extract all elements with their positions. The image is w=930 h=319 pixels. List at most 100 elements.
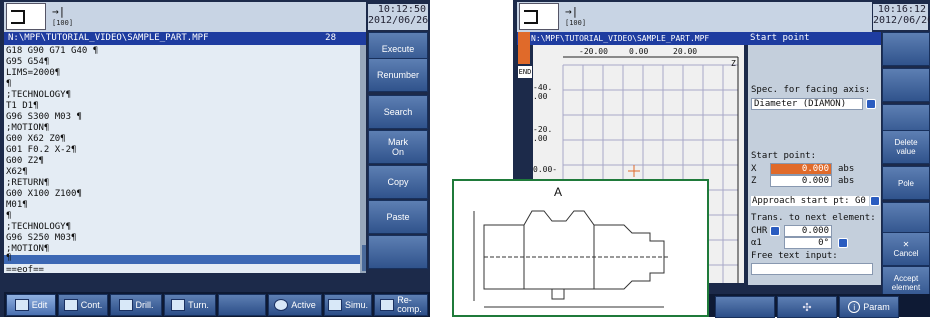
cursor-line xyxy=(4,255,360,264)
pan-icon: ✣ xyxy=(802,301,812,314)
renumber-button[interactable]: Renumber xyxy=(368,58,428,92)
status-header: →| [100] xyxy=(517,2,872,32)
end-label: END xyxy=(518,66,532,78)
z-axis-label: Z xyxy=(731,59,736,68)
mode-indicator xyxy=(519,3,559,30)
program-editor[interactable]: G18 G90 G71 G40 ¶ G95 G54¶ LIMS=2000¶ ¶ … xyxy=(4,45,366,276)
delete-value-button[interactable]: Delete value xyxy=(882,130,930,164)
softkey-empty[interactable] xyxy=(368,235,428,269)
editor-line[interactable]: ==eof== xyxy=(6,264,44,276)
left-hmi-screen: →| [100] 10:12:50 2012/06/26 N:\MPF\TUTO… xyxy=(0,0,430,317)
clock: 10:16:12 2012/06/26 xyxy=(873,4,930,30)
feed-arrow-icon: →| xyxy=(565,5,579,18)
contour-start-icon xyxy=(518,32,530,64)
softkey-empty[interactable] xyxy=(715,296,775,318)
line-count: 28 xyxy=(325,33,336,43)
status-header: →| [100] xyxy=(4,2,366,32)
mark-on-button[interactable]: Mark On xyxy=(368,130,428,164)
transition-label: Trans. to next element: xyxy=(751,213,876,223)
pan-button[interactable]: ✣ xyxy=(777,296,837,318)
drill-icon xyxy=(118,299,133,311)
paste-button[interactable]: Paste xyxy=(368,200,428,234)
drilling-button[interactable]: Drill. xyxy=(110,294,162,316)
x-tick-label: 0.00 xyxy=(629,47,649,56)
dropdown-toggle-icon[interactable] xyxy=(770,226,780,236)
program-path: N:\MPF\TUTORIAL_VIDEO\SAMPLE_PART.MPF xyxy=(8,33,209,43)
program-path: N:\MPF\TUTORIAL_VIDEO\SAMPLE_PART.MPF xyxy=(531,34,710,43)
z-unit: abs xyxy=(838,176,855,186)
y-tick-label: 0.00- xyxy=(533,165,558,174)
editor-line[interactable]: ;MOTION¶ xyxy=(6,243,49,255)
param-label: Param xyxy=(863,302,890,312)
softkey-empty[interactable] xyxy=(882,32,930,66)
channel-icon xyxy=(524,10,538,24)
spec-facing-field[interactable]: Diameter (DIAMON) xyxy=(751,98,863,110)
simulation-icon xyxy=(327,299,342,311)
approach-label: Approach start pt: G0 xyxy=(751,196,869,206)
softkey-empty[interactable] xyxy=(882,202,930,236)
simulation-label: Simu. xyxy=(344,300,368,310)
dropdown-toggle-icon[interactable] xyxy=(838,238,848,248)
clock-date: 2012/06/26 xyxy=(873,15,930,26)
spec-facing-label: Spec. for facing axis: xyxy=(751,85,871,95)
program-path-bar: N:\MPF\TUTORIAL_VIDEO\SAMPLE_PART.MPF xyxy=(517,32,748,45)
y-tick-label: -20. .00 xyxy=(533,125,553,143)
recompile-label: Re- comp. xyxy=(397,295,422,314)
x-label: X xyxy=(751,164,757,174)
search-button[interactable]: Search xyxy=(368,95,428,129)
editor-line[interactable]: ¶ xyxy=(6,252,11,264)
clock-date: 2012/06/26 xyxy=(368,15,429,26)
clock-time: 10:12:50 xyxy=(377,4,426,15)
contour-icon xyxy=(63,299,78,311)
alpha-value-field[interactable]: 0° xyxy=(784,237,832,249)
turning-label: Turn. xyxy=(188,300,209,310)
clock-time: 10:16:12 xyxy=(877,4,926,15)
turning-button[interactable]: Turn. xyxy=(164,294,216,316)
editor-scrollbar[interactable] xyxy=(362,245,366,271)
recompile-icon xyxy=(380,299,395,311)
x-unit: abs xyxy=(838,164,855,174)
editor-line[interactable]: LIMS=2000¶ xyxy=(6,67,60,79)
dropdown-toggle-icon[interactable] xyxy=(866,99,876,109)
z-value-field[interactable]: 0.000 xyxy=(770,175,832,187)
vertical-softkeys: Execute Renumber Search Mark On Copy Pas… xyxy=(368,32,428,290)
x-value-field[interactable]: 0.000 xyxy=(770,163,832,175)
info-icon: i xyxy=(848,301,861,313)
softkey-empty[interactable] xyxy=(882,68,930,102)
cancel-button[interactable]: ✕ Cancel xyxy=(882,232,930,266)
simulation-button[interactable]: Simu. xyxy=(324,294,372,316)
contour-button[interactable]: Cont. xyxy=(58,294,108,316)
program-path-bar: N:\MPF\TUTORIAL_VIDEO\SAMPLE_PART.MPF 28 xyxy=(4,32,366,45)
part-drawing: A xyxy=(452,179,709,317)
edit-label: Edit xyxy=(31,300,48,310)
edit-icon xyxy=(14,299,29,311)
x-tick-label: -20.00 xyxy=(579,47,608,56)
param-button[interactable]: i Param xyxy=(839,296,899,318)
active-label: Active xyxy=(291,300,316,310)
start-point-panel: Spec. for facing axis: Diameter (DIAMON)… xyxy=(748,45,881,285)
part-sketch xyxy=(473,210,669,308)
mode-indicator xyxy=(6,3,46,30)
mode-value: [100] xyxy=(52,19,74,27)
free-text-label: Free text input: xyxy=(751,251,838,261)
turning-icon xyxy=(171,299,186,311)
softkey-empty[interactable] xyxy=(218,294,266,316)
chr-label: CHR xyxy=(751,226,768,236)
dropdown-toggle-icon[interactable] xyxy=(870,196,880,206)
channel-icon xyxy=(11,10,25,24)
alpha-label: α1 xyxy=(751,238,762,248)
pole-button[interactable]: Pole xyxy=(882,166,930,200)
free-text-field[interactable] xyxy=(751,263,873,275)
active-icon xyxy=(274,299,289,311)
copy-button[interactable]: Copy xyxy=(368,165,428,199)
vertical-softkeys: Delete value Pole ✕ Cancel Accept elemen… xyxy=(882,32,930,300)
horizontal-softkeys: Edit Cont. Drill. Turn. Active Simu. Re-… xyxy=(4,292,430,317)
drilling-label: Drill. xyxy=(135,300,154,310)
active-button[interactable]: Active xyxy=(268,294,322,316)
contour-label: Cont. xyxy=(80,300,103,310)
chr-value-field[interactable]: 0.000 xyxy=(784,225,832,237)
recompile-button[interactable]: Re- comp. xyxy=(374,294,428,316)
x-tick-label: 20.00 xyxy=(673,47,698,56)
edit-button[interactable]: Edit xyxy=(6,294,56,316)
start-point-label: Start point: xyxy=(751,151,817,161)
